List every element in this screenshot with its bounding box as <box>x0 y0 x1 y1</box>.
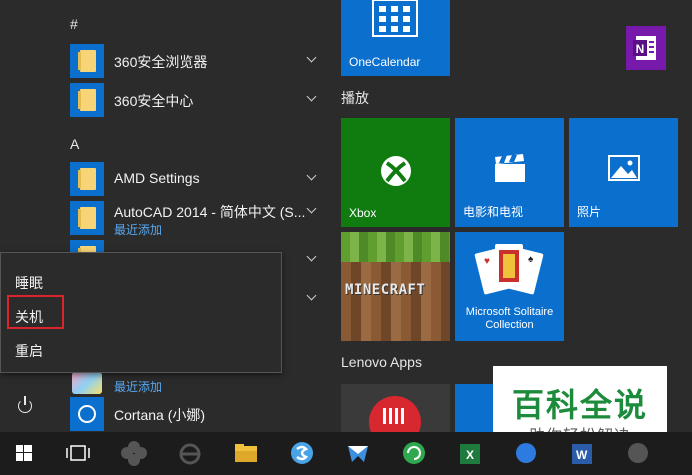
svg-text:W: W <box>576 448 588 462</box>
tile-movies-tv[interactable]: 电影和电视 <box>455 118 564 227</box>
folder-icon <box>70 44 104 78</box>
app-item-autocad[interactable]: AutoCAD 2014 - 简体中文 (S... 最近添加 <box>70 199 322 237</box>
app-item-360-browser[interactable]: 360安全浏览器 <box>70 42 322 80</box>
cortana-icon <box>70 397 104 431</box>
tile-label: Microsoft Solitaire Collection <box>465 306 554 331</box>
chevron-down-icon[interactable] <box>308 292 316 300</box>
restart-option[interactable]: 重启 <box>15 341 43 361</box>
task-view-icon[interactable] <box>54 432 102 475</box>
chevron-down-icon[interactable] <box>308 253 316 261</box>
mail-icon[interactable] <box>334 432 382 475</box>
svg-text:X: X <box>466 448 474 462</box>
svg-text:♥: ♥ <box>484 256 490 267</box>
playing-cards-icon: ♥ ♠ <box>474 244 544 295</box>
grass-pattern <box>341 232 450 262</box>
tile-label: Xbox <box>349 206 377 220</box>
app-item-cortana[interactable]: Cortana (小娜) <box>70 395 322 433</box>
group-header-hash[interactable]: # <box>70 16 78 32</box>
minecraft-logo: MINECRAFT <box>345 282 426 298</box>
excel-icon[interactable]: X <box>446 432 494 475</box>
app-name: AutoCAD 2014 - 简体中文 (S... <box>114 204 306 220</box>
chevron-down-icon[interactable] <box>308 54 316 62</box>
svg-text:♠: ♠ <box>528 254 534 265</box>
highlight-box <box>7 295 64 329</box>
chevron-down-icon[interactable] <box>308 205 316 213</box>
tile-solitaire[interactable]: ♥ ♠ Microsoft Solitaire Collection <box>455 232 564 341</box>
section-title-play[interactable]: 播放 <box>341 88 369 108</box>
svg-text:N: N <box>636 42 645 56</box>
taskbar: X W <box>0 432 692 475</box>
section-title-lenovo-apps[interactable]: Lenovo Apps <box>341 354 422 370</box>
watermark-title: 百科全说 <box>511 387 648 423</box>
dirt-pattern <box>341 262 450 341</box>
group-header-a[interactable]: A <box>70 136 79 152</box>
file-explorer-icon[interactable] <box>222 432 270 475</box>
tile-label: 照片 <box>577 205 602 219</box>
tile-photos[interactable]: 照片 <box>569 118 678 227</box>
calendar-icon <box>372 0 418 37</box>
power-icon[interactable] <box>12 392 40 420</box>
app-name: 360安全中心 <box>114 93 194 109</box>
tile-label: OneCalendar <box>349 55 421 69</box>
tile-lenovo-app-1[interactable] <box>341 384 450 432</box>
ie-icon[interactable] <box>166 432 214 475</box>
chevron-down-icon[interactable] <box>308 172 316 180</box>
tile-onenote[interactable]: N <box>626 26 666 70</box>
onenote-icon: N <box>633 36 656 60</box>
app-item-amd-settings[interactable]: AMD Settings <box>70 160 322 198</box>
sogou-icon[interactable] <box>278 432 326 475</box>
photos-icon <box>608 155 640 181</box>
red-circle-icon <box>369 396 421 432</box>
folder-icon <box>70 201 104 235</box>
folder-icon <box>70 83 104 117</box>
app-item-360-security[interactable]: 360安全中心 <box>70 81 322 119</box>
recently-added-label: 最近添加 <box>114 223 163 237</box>
app-name: 360安全浏览器 <box>114 54 208 70</box>
pinwheel-icon[interactable] <box>110 432 158 475</box>
tile-label: 电影和电视 <box>463 205 524 219</box>
refresh-green-icon[interactable] <box>390 432 438 475</box>
app-name: Cortana (小娜) <box>114 407 206 423</box>
app-icon[interactable] <box>614 432 662 475</box>
globe-icon[interactable] <box>502 432 550 475</box>
tile-onecalendar[interactable]: OneCalendar <box>341 0 450 76</box>
tile-xbox[interactable]: Xbox <box>341 118 450 227</box>
power-menu: 睡眠 关机 重启 <box>0 252 282 373</box>
folder-icon <box>70 162 104 196</box>
word-icon[interactable]: W <box>558 432 606 475</box>
app-name: AMD Settings <box>114 170 200 186</box>
recently-added-label: 最近添加 <box>114 380 163 394</box>
tile-minecraft[interactable]: MINECRAFT <box>341 232 450 341</box>
tile-lenovo-app-2[interactable] <box>455 384 495 432</box>
windows-start-icon[interactable] <box>0 432 48 475</box>
sleep-option[interactable]: 睡眠 <box>15 273 43 293</box>
xbox-icon <box>381 156 411 186</box>
clapperboard-icon <box>495 154 525 182</box>
chevron-down-icon[interactable] <box>308 93 316 101</box>
